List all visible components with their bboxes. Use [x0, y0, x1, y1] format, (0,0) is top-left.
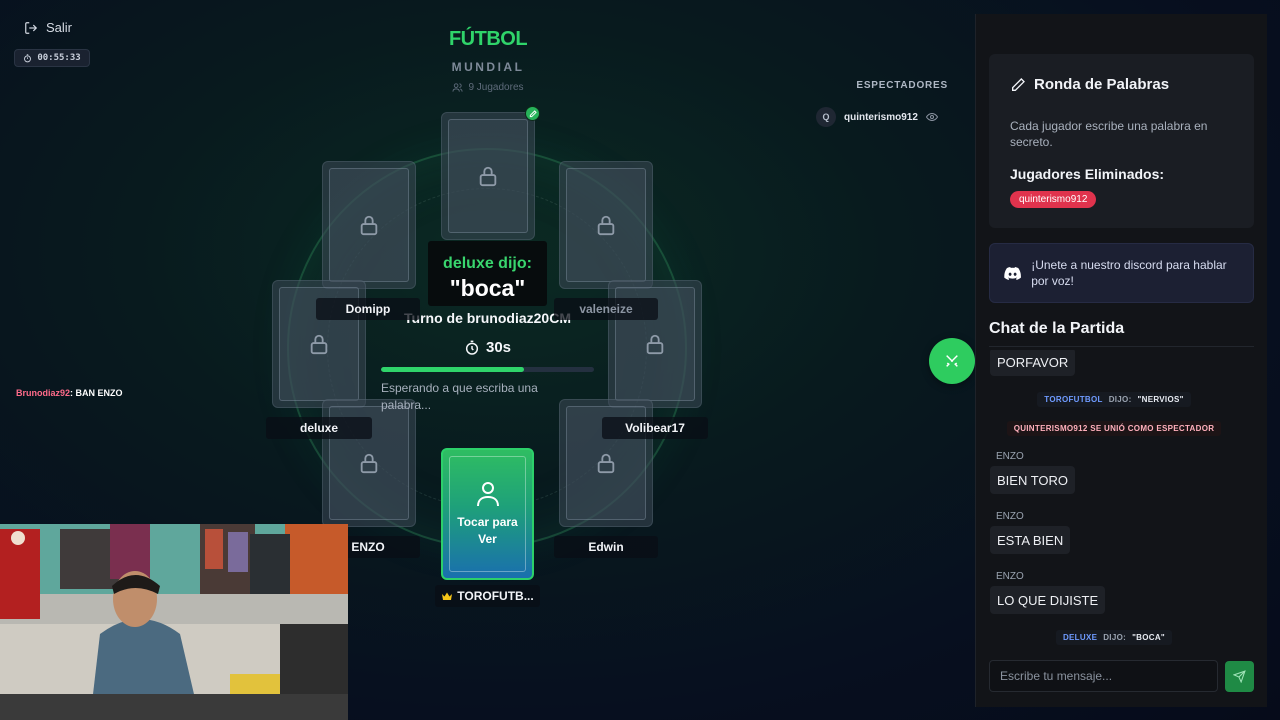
lock-icon	[360, 453, 378, 474]
spectator-name: quinterismo912	[844, 111, 918, 123]
category-subtitle: MUNDIAL	[451, 60, 525, 74]
chat-title: Chat de la Partida	[989, 320, 1125, 337]
eye-icon	[925, 112, 938, 122]
pencil-icon	[529, 109, 537, 117]
chat-sender: ENZO	[996, 571, 1024, 582]
chat-system-word: TOROFUTBOL DIJO: "NERVIOS"	[989, 392, 1239, 407]
spectator-item[interactable]: Q quinterismo912	[816, 107, 938, 127]
round-title-text: Ronda de Palabras	[1034, 76, 1170, 93]
chat-message-bubble: LO QUE DIJISTE	[990, 586, 1106, 614]
player-name-host: TOROFUTB...	[435, 585, 540, 607]
lock-icon	[310, 334, 328, 355]
player-name-valeneize: valeneize	[554, 298, 658, 320]
webcam-overlay	[0, 524, 348, 720]
chat-system-join: QUINTERISMO912 SE UNIÓ COMO ESPECTADOR	[989, 421, 1239, 436]
player-card-top[interactable]	[441, 112, 535, 240]
player-card-valeneize[interactable]	[559, 161, 653, 289]
chat-sender: ENZO	[996, 511, 1024, 522]
lock-icon	[597, 453, 615, 474]
chat-divider	[989, 346, 1254, 347]
exit-label: Salir	[46, 20, 73, 35]
category-title: FÚTBOL	[448, 28, 528, 50]
my-secret-card[interactable]: Tocar para Ver	[441, 448, 534, 580]
system-word: "NERVIOS"	[1137, 395, 1184, 404]
stream-chat-message: : BAN ENZO	[70, 388, 123, 398]
word-reveal-bubble: deluxe dijo: "boca"	[428, 241, 547, 306]
turn-seconds: 30s	[485, 339, 512, 356]
writing-indicator	[525, 106, 540, 121]
stream-chat-line: Brunodiaz92: BAN ENZO	[16, 388, 123, 398]
host-name: TOROFUTB...	[457, 589, 534, 603]
send-icon	[1233, 670, 1246, 683]
chat-system-word: DELUXE DIJO: "BOCA"	[989, 630, 1239, 645]
turn-progress-fill	[381, 367, 524, 372]
avatar: Q	[816, 107, 836, 127]
users-icon	[452, 83, 464, 92]
player-name-domipp: Domipp	[316, 298, 420, 320]
player-name-volibear17: Volibear17	[602, 417, 708, 439]
logout-icon	[25, 21, 38, 34]
system-join-text: QUINTERISMO912 SE UNIÓ COMO ESPECTADOR	[1006, 421, 1222, 436]
system-verb: DIJO:	[1103, 633, 1127, 642]
crown-icon	[442, 592, 453, 600]
system-player-name: TOROFUTBOL	[1044, 395, 1103, 404]
reveal-card-label: Tocar para Ver	[457, 515, 518, 546]
system-player-name: DELUXE	[1062, 633, 1098, 642]
spectators-title: ESPECTADORES	[856, 80, 948, 91]
elapsed-time: 00:55:33	[37, 53, 81, 63]
chat-message-bubble: ESTA BIEN	[990, 526, 1071, 554]
discord-icon	[1004, 266, 1021, 280]
lock-icon	[646, 334, 664, 355]
eliminated-badge: quinterismo912	[1010, 191, 1097, 208]
swords-icon	[946, 355, 958, 367]
system-word: "BOCA"	[1132, 633, 1166, 642]
exit-button[interactable]: Salir	[24, 20, 72, 35]
lock-icon	[597, 215, 615, 236]
player-name-edwin: Edwin	[554, 536, 658, 558]
chat-messages[interactable]: PORFAVOR TOROFUTBOL DIJO: "NERVIOS" QUINTE…	[989, 350, 1254, 655]
stopwatch-icon	[24, 53, 32, 62]
lock-icon	[479, 166, 497, 187]
discord-banner[interactable]: ¡Unete a nuestro discord para hablar por…	[989, 243, 1254, 303]
chat-message-bubble: BIEN TORO	[990, 466, 1076, 494]
send-button[interactable]	[1225, 661, 1254, 692]
pencil-icon	[1012, 77, 1025, 91]
players-count: 9 Jugadores	[388, 82, 588, 93]
eliminated-title: Jugadores Eliminados:	[1010, 166, 1165, 182]
toggle-chat-button[interactable]	[929, 338, 975, 384]
turn-progress-bar	[381, 367, 594, 372]
waiting-text: Esperando a que escriba una palabra...	[381, 381, 538, 412]
player-name-deluxe: deluxe	[266, 417, 372, 439]
stream-chat-user: Brunodiaz92	[16, 388, 71, 398]
round-description: Cada jugador escribe una palabra en secr…	[1010, 119, 1208, 149]
chat-sender: ENZO	[996, 451, 1024, 462]
stopwatch-icon	[465, 340, 479, 355]
chat-message-bubble: PORFAVOR	[990, 350, 1076, 376]
system-verb: DIJO:	[1108, 395, 1132, 404]
user-icon	[476, 482, 499, 507]
elapsed-timer: 00:55:33	[14, 49, 90, 67]
webcam-feed-image	[0, 524, 348, 720]
chat-input[interactable]	[989, 660, 1218, 692]
speaker-label: deluxe dijo:	[443, 255, 532, 272]
turn-timer: 30s	[440, 339, 535, 356]
discord-text: ¡Unete a nuestro discord para hablar por…	[1031, 258, 1227, 288]
spoken-word: "boca"	[449, 275, 526, 301]
players-count-label: 9 Jugadores	[468, 82, 524, 93]
lock-icon	[360, 215, 378, 236]
round-title: Ronda de Palabras	[1010, 76, 1169, 93]
player-card-domipp[interactable]	[322, 161, 416, 289]
